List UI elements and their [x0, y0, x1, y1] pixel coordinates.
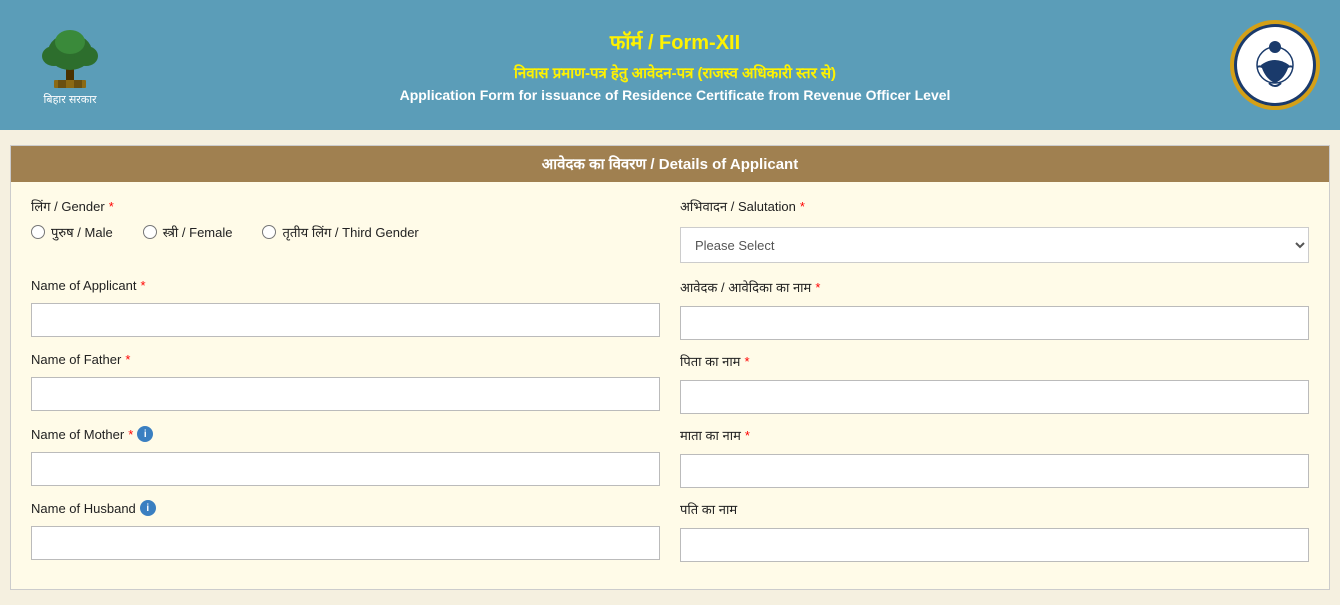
name-applicant-hindi-input[interactable] — [680, 306, 1309, 340]
gender-male-radio[interactable] — [31, 225, 45, 239]
mother-name-col-right: माता का नाम * — [680, 426, 1309, 488]
father-name-label: Name of Father * — [31, 352, 660, 367]
emblem-figure — [1247, 37, 1303, 93]
salutation-select[interactable]: Please Select श्री / Shri श्रीमती / Smt.… — [680, 227, 1309, 263]
gender-third-radio[interactable] — [262, 225, 276, 239]
name-applicant-label-text: Name of Applicant — [31, 278, 137, 293]
mother-name-row: Name of Mother * i माता का नाम * — [31, 426, 1309, 488]
government-emblem — [1230, 20, 1320, 110]
father-name-col-right: पिता का नाम * — [680, 352, 1309, 414]
header-title-hindi: निवास प्रमाण-पत्र हेतु आवेदन-पत्र (राजस्… — [120, 63, 1230, 83]
salutation-label: अभिवादन / Salutation * — [680, 197, 1309, 215]
mother-name-info-icon[interactable]: i — [137, 426, 153, 442]
salutation-required-marker: * — [800, 199, 805, 214]
mother-name-hindi-required: * — [745, 428, 750, 443]
husband-name-hindi-label: पति का नाम — [680, 500, 1309, 518]
husband-name-hindi-label-text: पति का नाम — [680, 500, 737, 518]
gender-third-option[interactable]: तृतीय लिंग / Third Gender — [262, 223, 418, 241]
gender-salutation-row: लिंग / Gender * पुरुष / Male स्त्री / Fe… — [31, 197, 1309, 263]
husband-name-hindi-input[interactable] — [680, 528, 1309, 562]
salutation-label-text: अभिवादन / Salutation — [680, 197, 796, 215]
father-name-hindi-label-text: पिता का नाम — [680, 352, 740, 370]
name-applicant-required: * — [141, 278, 146, 293]
gender-third-label: तृतीय लिंग / Third Gender — [282, 223, 418, 241]
father-name-required: * — [125, 352, 130, 367]
mother-name-hindi-label-text: माता का नाम — [680, 426, 741, 444]
husband-name-label-text: Name of Husband — [31, 501, 136, 516]
husband-name-label: Name of Husband i — [31, 500, 660, 516]
emblem-inner — [1237, 27, 1313, 103]
father-name-hindi-required: * — [744, 354, 749, 369]
mother-name-input[interactable] — [31, 452, 660, 486]
gender-female-label: स्त्री / Female — [163, 223, 233, 241]
gender-label: लिंग / Gender * — [31, 197, 660, 215]
gender-label-text: लिंग / Gender — [31, 197, 105, 215]
mother-name-hindi-label: माता का नाम * — [680, 426, 1309, 444]
father-name-hindi-input[interactable] — [680, 380, 1309, 414]
gender-male-label: पुरुष / Male — [51, 223, 113, 241]
father-name-input[interactable] — [31, 377, 660, 411]
header-logo: बिहार सरकार — [20, 24, 120, 107]
name-applicant-col-left: Name of Applicant * — [31, 278, 660, 340]
gender-female-radio[interactable] — [143, 225, 157, 239]
section-header: आवेदक का विवरण / Details of Applicant — [11, 146, 1329, 182]
mother-name-label-text: Name of Mother — [31, 427, 124, 442]
father-name-hindi-label: पिता का नाम * — [680, 352, 1309, 370]
name-applicant-hindi-label-text: आवेदक / आवेदिका का नाम — [680, 278, 811, 296]
father-name-col-left: Name of Father * — [31, 352, 660, 414]
mother-name-label: Name of Mother * i — [31, 426, 660, 442]
page-header: बिहार सरकार फॉर्म / Form-XII निवास प्रमा… — [0, 0, 1340, 130]
logo-text: बिहार सरकार — [43, 92, 96, 107]
husband-name-row: Name of Husband i पति का नाम — [31, 500, 1309, 562]
father-name-row: Name of Father * पिता का नाम * — [31, 352, 1309, 414]
father-name-label-text: Name of Father — [31, 352, 121, 367]
form-label: फॉर्म / Form-XII — [120, 28, 1230, 55]
gender-female-option[interactable]: स्त्री / Female — [143, 223, 233, 241]
name-applicant-label: Name of Applicant * — [31, 278, 660, 293]
gender-male-option[interactable]: पुरुष / Male — [31, 223, 113, 241]
husband-name-col-left: Name of Husband i — [31, 500, 660, 562]
applicant-details-section: आवेदक का विवरण / Details of Applicant लि… — [10, 145, 1330, 590]
husband-name-input[interactable] — [31, 526, 660, 560]
gender-required-marker: * — [109, 199, 114, 214]
name-applicant-col-right: आवेदक / आवेदिका का नाम * — [680, 278, 1309, 340]
husband-name-info-icon[interactable]: i — [140, 500, 156, 516]
gender-radio-group: पुरुष / Male स्त्री / Female तृतीय लिंग … — [31, 223, 660, 241]
logo-icon — [30, 24, 110, 89]
mother-name-col-left: Name of Mother * i — [31, 426, 660, 488]
header-center: फॉर्म / Form-XII निवास प्रमाण-पत्र हेतु … — [120, 28, 1230, 103]
mother-name-required: * — [128, 427, 133, 442]
name-applicant-hindi-required: * — [815, 280, 820, 295]
gender-column: लिंग / Gender * पुरुष / Male स्त्री / Fe… — [31, 197, 660, 263]
section-body: लिंग / Gender * पुरुष / Male स्त्री / Fe… — [11, 182, 1329, 589]
husband-name-col-right: पति का नाम — [680, 500, 1309, 562]
salutation-column: अभिवादन / Salutation * Please Select श्र… — [680, 197, 1309, 263]
applicant-name-row: Name of Applicant * आवेदक / आवेदिका का न… — [31, 278, 1309, 340]
header-title-english: Application Form for issuance of Residen… — [120, 87, 1230, 103]
mother-name-hindi-input[interactable] — [680, 454, 1309, 488]
name-applicant-input[interactable] — [31, 303, 660, 337]
name-applicant-hindi-label: आवेदक / आवेदिका का नाम * — [680, 278, 1309, 296]
